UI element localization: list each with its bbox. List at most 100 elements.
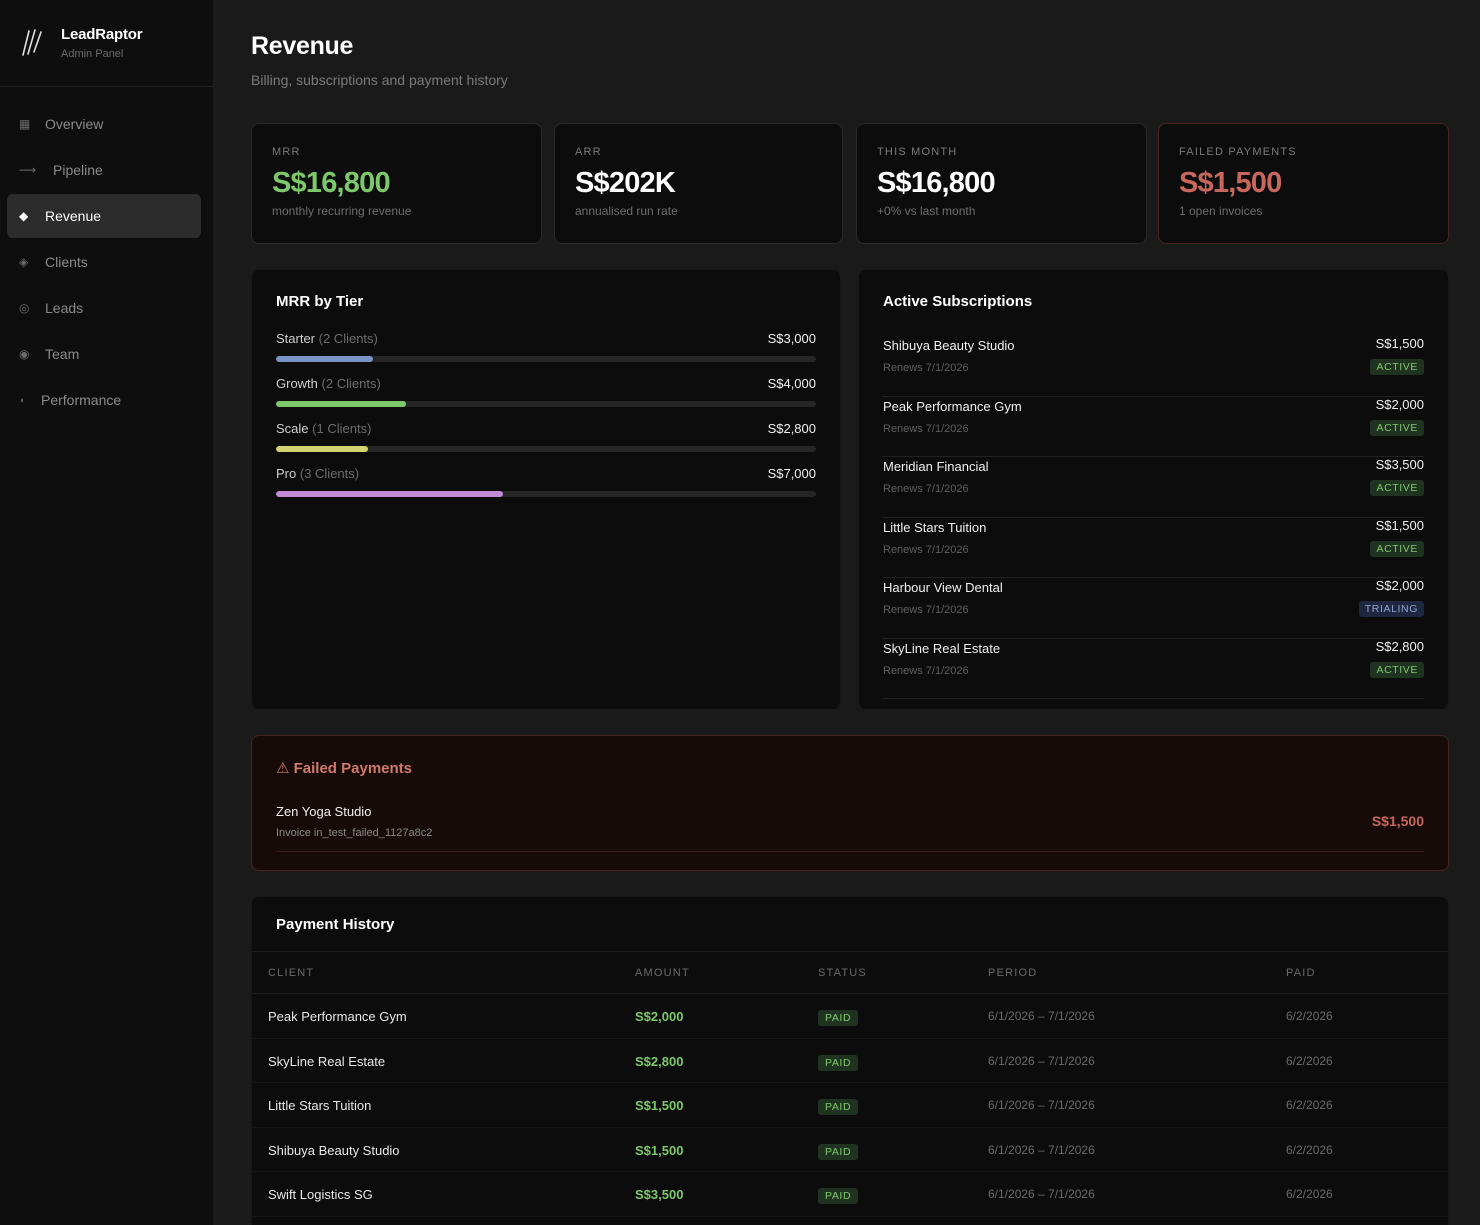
arrow-right-icon: ⟶ (19, 163, 37, 177)
status-badge: TRIALING (1358, 601, 1424, 617)
failed-payments-card: ⚠ Failed Payments Zen Yoga Studio Invoic… (251, 735, 1449, 871)
table-header: CLIENT AMOUNT STATUS PERIOD PAID (252, 951, 1448, 994)
sidebar-nav: ▦ Overview ⟶ Pipeline ◆ Revenue ◈ Client… (0, 87, 213, 422)
sidebar-item-label: Overview (45, 116, 104, 132)
card-title: MRR by Tier (276, 293, 364, 310)
status-badge: ACTIVE (1370, 480, 1424, 496)
status-badge: PAID (818, 1099, 859, 1115)
subscription-renewal: Renews 7/1/2026 (883, 664, 969, 677)
subscription-amount: S$2,000 (1375, 578, 1424, 593)
mrr-by-tier-card: MRR by Tier Starter (2 Clients) S$3,000 … (251, 269, 841, 710)
failed-invoice-id: Invoice in_test_failed_1127a8c2 (276, 826, 433, 839)
target-icon: ◎ (19, 301, 30, 315)
tier-progress-fill (276, 401, 406, 407)
sidebar-item-performance[interactable]: ◖ Performance (7, 378, 201, 422)
sidebar-item-label: Clients (45, 254, 88, 270)
subscription-row[interactable]: Shibuya Beauty Studio Renews 7/1/2026 S$1… (883, 336, 1424, 397)
cell-client: Shibuya Beauty Studio (268, 1142, 400, 1158)
failed-client: Zen Yoga Studio (276, 803, 372, 819)
tier-client-count: (2 Clients) (318, 331, 378, 346)
status-badge: PAID (818, 1188, 859, 1204)
column-header-paid[interactable]: PAID (1286, 967, 1316, 979)
tier-growth: Growth (2 Clients) S$4,000 (276, 376, 816, 407)
failed-amount: S$1,500 (1371, 813, 1424, 829)
card-title: Active Subscriptions (883, 293, 1033, 310)
tier-client-count: (2 Clients) (321, 376, 381, 391)
table-row[interactable]: Peak Performance Gym S$2,000 PAID 6/1/20… (252, 994, 1448, 1039)
sidebar-item-pipeline[interactable]: ⟶ Pipeline (7, 148, 201, 192)
sidebar-item-label: Revenue (45, 208, 102, 224)
column-header-period[interactable]: PERIOD (988, 967, 1037, 979)
cell-paid-date: 6/2/2026 (1286, 1009, 1333, 1023)
sidebar-item-leads[interactable]: ◎ Leads (7, 286, 201, 330)
subscription-renewal: Renews 7/1/2026 (883, 422, 969, 435)
kpi-label: ARR (575, 146, 602, 158)
column-header-client[interactable]: CLIENT (268, 967, 314, 979)
half-circle-icon: ◖ (19, 395, 25, 405)
tier-scale: Scale (1 Clients) S$2,800 (276, 421, 816, 452)
tier-progress-track (276, 401, 816, 407)
brand[interactable]: LeadRaptor Admin Panel (0, 0, 213, 87)
sidebar-item-team[interactable]: ◉ Team (7, 332, 201, 376)
cell-paid-date: 6/2/2026 (1286, 1142, 1333, 1157)
status-badge: PAID (818, 1143, 859, 1160)
subscription-row[interactable]: Harbour View Dental Renews 7/1/2026 S$2,0… (883, 578, 1424, 639)
table-row[interactable]: SkyLine Real Estate S$2,800 PAID 6/1/202… (252, 1039, 1448, 1083)
kpi-value: S$16,800 (272, 167, 391, 199)
failed-payment-row[interactable]: Zen Yoga Studio Invoice in_test_failed_1… (276, 799, 1424, 852)
subscription-row[interactable]: Little Stars Tuition Renews 7/1/2026 S$1,… (883, 518, 1424, 578)
status-badge: PAID (818, 1054, 859, 1071)
kpi-value: S$16,800 (877, 167, 996, 199)
subscription-amount: S$1,500 (1375, 336, 1424, 351)
claw-logo-icon (22, 29, 42, 56)
tier-amount: S$7,000 (767, 466, 816, 481)
card-title: ⚠ Failed Payments (276, 760, 412, 777)
brand-subtitle: Admin Panel (61, 48, 124, 60)
kpi-note: monthly recurring revenue (272, 204, 412, 218)
sidebar-item-revenue[interactable]: ◆ Revenue (7, 194, 201, 238)
page-title: Revenue (251, 32, 354, 60)
kpi-label: THIS MONTH (877, 146, 958, 158)
table-row[interactable]: Little Stars Tuition S$1,500 PAID 6/1/20… (252, 1083, 1448, 1128)
tier-name: Starter (276, 331, 316, 346)
kpi-note: +0% vs last month (877, 204, 976, 218)
sidebar-item-clients[interactable]: ◈ Clients (7, 240, 201, 284)
tier-name: Scale (276, 421, 309, 436)
subscription-row[interactable]: SkyLine Real Estate Renews 7/1/2026 S$2,8… (883, 639, 1424, 699)
subscription-renewal: Renews 7/1/2026 (883, 362, 969, 374)
cell-period: 6/1/2026 – 7/1/2026 (988, 1053, 1095, 1068)
status-badge: PAID (818, 1010, 859, 1026)
status-badge: ACTIVE (1370, 359, 1424, 375)
tier-progress-track (276, 446, 816, 452)
subscription-client: SkyLine Real Estate (883, 640, 1001, 656)
subscription-row[interactable]: Meridian Financial Renews 7/1/2026 S$3,50… (883, 457, 1424, 518)
cell-period: 6/1/2026 – 7/1/2026 (988, 1009, 1095, 1023)
grid-icon: ▦ (19, 117, 31, 131)
subscription-row[interactable]: Peak Performance Gym Renews 7/1/2026 S$2,… (883, 397, 1424, 457)
cell-period: 6/1/2026 – 7/1/2026 (988, 1142, 1095, 1157)
active-subscriptions-card: Active Subscriptions Shibuya Beauty Stud… (858, 269, 1449, 710)
tier-client-count: (1 Clients) (312, 421, 372, 436)
column-header-status[interactable]: STATUS (818, 967, 867, 979)
kpi-card-failed-payments: FAILED PAYMENTS S$1,500 1 open invoices (1158, 123, 1449, 244)
kpi-value: S$202K (575, 167, 676, 199)
subscription-client: Meridian Financial (883, 459, 989, 474)
cell-paid-date: 6/2/2026 (1286, 1098, 1333, 1112)
tier-amount: S$2,800 (767, 421, 816, 436)
table-row[interactable]: Swift Logistics SG S$3,500 PAID 6/1/2026… (252, 1172, 1448, 1217)
kpi-label: MRR (272, 146, 301, 158)
page-subtitle: Billing, subscriptions and payment histo… (251, 72, 508, 88)
kpi-note: annualised run rate (575, 204, 678, 218)
status-badge: ACTIVE (1370, 661, 1424, 678)
table-row[interactable]: Shibuya Beauty Studio S$1,500 PAID 6/1/2… (252, 1128, 1448, 1172)
sidebar-item-label: Performance (41, 392, 122, 408)
kpi-card-arr: ARR S$202K annualised run rate (554, 123, 843, 244)
tier-starter: Starter (2 Clients) S$3,000 (276, 331, 816, 362)
column-header-amount[interactable]: AMOUNT (635, 967, 690, 979)
circle-icon: ◉ (19, 347, 30, 361)
status-badge: ACTIVE (1370, 540, 1424, 557)
cell-paid-date: 6/2/2026 (1286, 1053, 1333, 1068)
sidebar-item-overview[interactable]: ▦ Overview (7, 102, 201, 146)
tier-progress-fill (276, 446, 368, 452)
kpi-label: FAILED PAYMENTS (1179, 146, 1297, 158)
